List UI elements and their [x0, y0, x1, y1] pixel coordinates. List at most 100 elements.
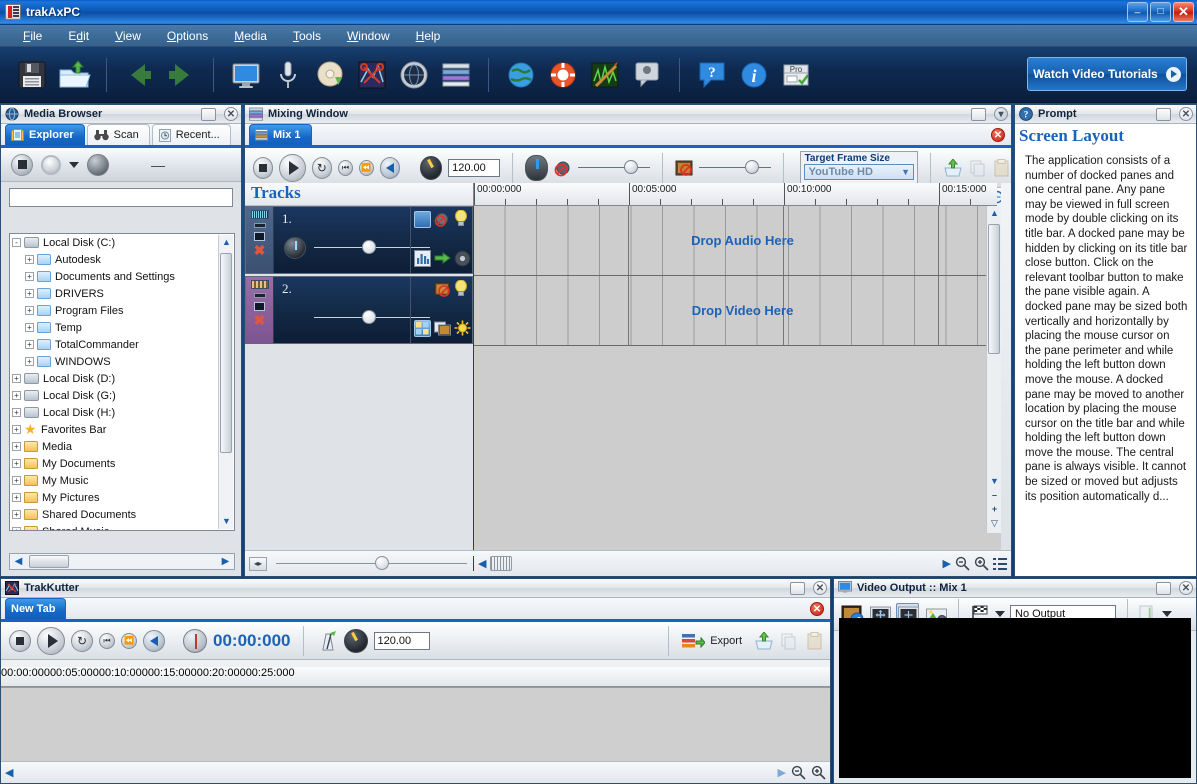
tree-expander[interactable]: + [25, 289, 34, 298]
timeline-list-icon[interactable] [993, 557, 1007, 571]
mix-timeline[interactable]: Drop Audio Here Drop Video Here [473, 206, 1011, 550]
menu-item-view[interactable]: View [104, 27, 152, 45]
tab-mix-1[interactable]: Mix 1 [249, 124, 312, 145]
tree-item[interactable]: +Local Disk (H:) [10, 404, 234, 421]
scroll-left-arrow-icon[interactable]: ◀ [478, 557, 486, 570]
tab-scan[interactable]: Scan [87, 124, 150, 145]
master-volume-knob[interactable] [525, 155, 547, 181]
cd-rip-icon[interactable] [312, 57, 348, 93]
scroll-right-arrow-icon[interactable]: ▶ [943, 557, 951, 570]
track-delete-icon[interactable]: ✖ [254, 245, 266, 255]
video-level-slider[interactable] [699, 167, 771, 168]
paste-icon[interactable] [993, 159, 1011, 177]
stop-button[interactable] [253, 157, 273, 179]
tree-expander[interactable]: + [12, 442, 21, 451]
track-mute-button[interactable] [254, 223, 266, 228]
folder-tree-vertical-scrollbar[interactable]: ▲ ▼ [218, 235, 233, 529]
tree-expander[interactable]: + [12, 510, 21, 519]
tree-item[interactable]: +Local Disk (D:) [10, 370, 234, 387]
tree-item[interactable]: +Shared Documents [10, 506, 234, 523]
mixing-window-menu-button[interactable]: ▾ [994, 107, 1008, 121]
tree-expander[interactable]: + [25, 306, 34, 315]
tree-item[interactable]: +TotalCommander [10, 336, 234, 353]
goto-marker-button[interactable] [143, 630, 165, 652]
audio-drop-lane[interactable]: Drop Audio Here [474, 206, 1011, 276]
close-button[interactable]: ✕ [1173, 2, 1194, 22]
paste-icon[interactable] [806, 632, 824, 650]
open-folder-icon[interactable] [56, 57, 92, 93]
minimize-button[interactable]: _ [1127, 2, 1148, 22]
maximize-button[interactable]: □ [1150, 2, 1171, 22]
tree-expander[interactable]: + [12, 493, 21, 502]
help-question-icon[interactable]: ? [694, 57, 730, 93]
video-grid-icon[interactable] [414, 320, 431, 337]
loop-button[interactable]: ↻ [312, 157, 332, 179]
audio-level-slider[interactable] [578, 167, 650, 168]
timeline-empty-area[interactable] [474, 346, 1011, 546]
folder-tree-horizontal-scrollbar[interactable]: ◀ ▶ [9, 553, 235, 570]
target-frame-size-select[interactable]: YouTube HD ▼ [804, 164, 914, 180]
zoom-in-icon[interactable] [974, 556, 989, 571]
tree-expander[interactable]: + [12, 459, 21, 468]
video-brightness-icon[interactable] [454, 320, 471, 337]
video-output-float-button[interactable] [1156, 582, 1171, 595]
h-scroll-thumb[interactable] [490, 556, 512, 571]
watch-video-tutorials-button[interactable]: Watch Video Tutorials [1027, 57, 1187, 91]
track-eq-icon[interactable] [414, 250, 431, 267]
tree-expander[interactable]: + [25, 357, 34, 366]
menu-item-window[interactable]: Window [336, 27, 401, 45]
tree-expander[interactable]: + [12, 476, 21, 485]
rewind-button[interactable]: ⏪ [121, 633, 137, 649]
zoom-out-icon[interactable] [955, 556, 970, 571]
tree-expander[interactable]: + [12, 391, 21, 400]
audio-effects-icon[interactable] [414, 211, 431, 228]
tab-new-tab[interactable]: New Tab [5, 598, 66, 619]
zoom-out-vertical-button[interactable]: – [987, 488, 1002, 503]
tree-item[interactable]: +Temp [10, 319, 234, 336]
prompt-icon[interactable] [629, 57, 665, 93]
tempo-knob[interactable] [420, 156, 442, 180]
close-trakkutter-tab-button[interactable]: ✕ [810, 602, 824, 616]
tree-item[interactable]: +Shared Music [10, 523, 234, 531]
scroll-down-arrow-icon[interactable]: ▼ [987, 474, 1002, 489]
play-button[interactable] [279, 154, 305, 182]
copy-icon[interactable] [969, 159, 987, 177]
track-zoom-buttons[interactable]: ◂▸ [249, 557, 267, 571]
tree-expander[interactable]: + [25, 272, 34, 281]
tree-item[interactable]: +WINDOWS [10, 353, 234, 370]
chevron-down-icon[interactable] [1162, 611, 1172, 617]
menu-item-options[interactable]: Options [156, 27, 219, 45]
pro-upgrade-icon[interactable]: Pro [778, 57, 814, 93]
export-upload-icon[interactable] [943, 159, 963, 177]
track-solo-button[interactable] [254, 232, 265, 241]
track-delete-icon[interactable]: ✖ [254, 315, 266, 325]
prompt-close-button[interactable]: ✕ [1179, 107, 1193, 121]
video-drop-lane[interactable]: Drop Video Here [474, 276, 1011, 346]
microphone-icon[interactable] [270, 57, 306, 93]
track-side-controls-video[interactable]: ✖ [246, 277, 274, 343]
track-bulb-icon[interactable] [454, 280, 471, 297]
tree-expander[interactable]: + [25, 340, 34, 349]
save-icon[interactable] [14, 57, 50, 93]
lifering-icon[interactable] [545, 57, 581, 93]
timeline-vertical-scrollbar[interactable]: ▲ ▼ – + ▽ [986, 206, 1001, 533]
loop-button[interactable]: ↻ [71, 630, 93, 652]
info-icon[interactable]: i [736, 57, 772, 93]
stop-button[interactable] [9, 630, 31, 652]
track-row-audio[interactable]: ✖ 1. [245, 206, 473, 274]
undo-arrow-icon[interactable] [121, 57, 157, 93]
trakkutter-icon[interactable] [354, 57, 390, 93]
media-browser-float-button[interactable] [201, 108, 216, 121]
trakkutter-timeline-ruler[interactable]: 00:00:00000:05:00000:10:00000:15:00000:2… [1, 667, 830, 687]
position-knob[interactable] [183, 629, 207, 653]
tree-item[interactable]: +Program Files [10, 302, 234, 319]
mix-timeline-ruler[interactable]: 00:00:00000:05:00000:10:00000:15:000 [473, 183, 997, 206]
scroll-up-arrow-icon[interactable]: ▲ [219, 235, 234, 250]
tree-item[interactable]: +Media [10, 438, 234, 455]
tree-item[interactable]: +Local Disk (G:) [10, 387, 234, 404]
close-mix-tab-button[interactable]: ✕ [991, 128, 1005, 142]
zoom-out-icon[interactable] [791, 765, 806, 780]
rewind-to-start-button[interactable]: ⏮ [99, 633, 115, 649]
fit-vertical-button[interactable]: ▽ [987, 516, 1002, 531]
tab-explorer[interactable]: Explorer [5, 124, 85, 145]
